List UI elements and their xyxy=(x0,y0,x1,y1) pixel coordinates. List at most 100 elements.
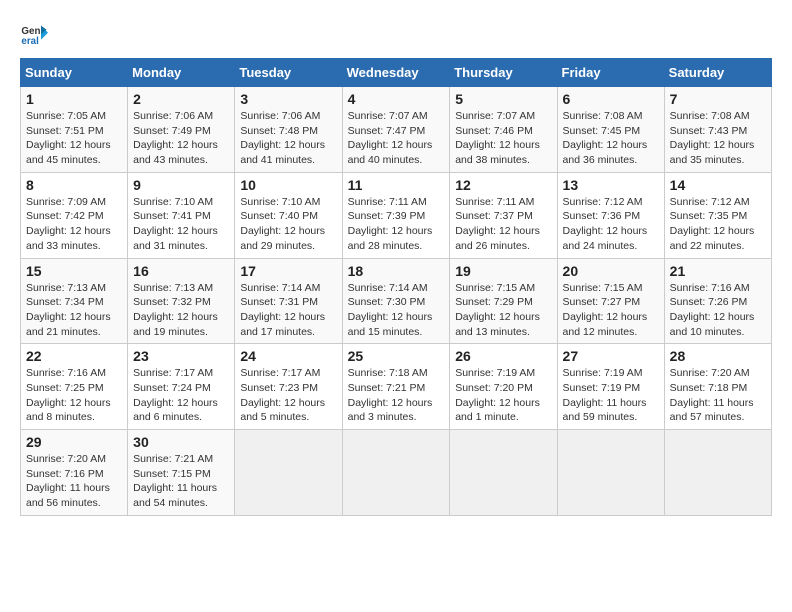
calendar-cell xyxy=(342,430,450,516)
calendar-cell: 11 Sunrise: 7:11 AM Sunset: 7:39 PM Dayli… xyxy=(342,172,450,258)
day-number: 10 xyxy=(240,177,336,193)
day-detail: Sunrise: 7:13 AM Sunset: 7:32 PM Dayligh… xyxy=(133,281,229,340)
day-number: 22 xyxy=(26,348,122,364)
calendar-cell: 15 Sunrise: 7:13 AM Sunset: 7:34 PM Dayli… xyxy=(21,258,128,344)
day-detail: Sunrise: 7:10 AM Sunset: 7:40 PM Dayligh… xyxy=(240,195,336,254)
calendar-cell xyxy=(664,430,771,516)
day-number: 6 xyxy=(563,91,659,107)
calendar-table: SundayMondayTuesdayWednesdayThursdayFrid… xyxy=(20,58,772,516)
day-detail: Sunrise: 7:17 AM Sunset: 7:24 PM Dayligh… xyxy=(133,366,229,425)
col-header-saturday: Saturday xyxy=(664,59,771,87)
calendar-cell xyxy=(557,430,664,516)
day-detail: Sunrise: 7:08 AM Sunset: 7:45 PM Dayligh… xyxy=(563,109,659,168)
calendar-cell: 18 Sunrise: 7:14 AM Sunset: 7:30 PM Dayli… xyxy=(342,258,450,344)
day-detail: Sunrise: 7:20 AM Sunset: 7:16 PM Dayligh… xyxy=(26,452,122,511)
day-number: 8 xyxy=(26,177,122,193)
svg-text:eral: eral xyxy=(21,36,39,47)
day-number: 26 xyxy=(455,348,551,364)
calendar-cell: 17 Sunrise: 7:14 AM Sunset: 7:31 PM Dayli… xyxy=(235,258,342,344)
day-detail: Sunrise: 7:19 AM Sunset: 7:19 PM Dayligh… xyxy=(563,366,659,425)
calendar-cell: 5 Sunrise: 7:07 AM Sunset: 7:46 PM Daylig… xyxy=(450,87,557,173)
day-detail: Sunrise: 7:12 AM Sunset: 7:36 PM Dayligh… xyxy=(563,195,659,254)
day-number: 14 xyxy=(670,177,766,193)
week-row-3: 15 Sunrise: 7:13 AM Sunset: 7:34 PM Dayli… xyxy=(21,258,772,344)
day-detail: Sunrise: 7:16 AM Sunset: 7:25 PM Dayligh… xyxy=(26,366,122,425)
day-detail: Sunrise: 7:08 AM Sunset: 7:43 PM Dayligh… xyxy=(670,109,766,168)
day-detail: Sunrise: 7:21 AM Sunset: 7:15 PM Dayligh… xyxy=(133,452,229,511)
calendar-cell: 3 Sunrise: 7:06 AM Sunset: 7:48 PM Daylig… xyxy=(235,87,342,173)
day-number: 19 xyxy=(455,263,551,279)
day-detail: Sunrise: 7:09 AM Sunset: 7:42 PM Dayligh… xyxy=(26,195,122,254)
day-number: 30 xyxy=(133,434,229,450)
day-number: 1 xyxy=(26,91,122,107)
week-row-4: 22 Sunrise: 7:16 AM Sunset: 7:25 PM Dayli… xyxy=(21,344,772,430)
calendar-cell: 24 Sunrise: 7:17 AM Sunset: 7:23 PM Dayli… xyxy=(235,344,342,430)
day-number: 9 xyxy=(133,177,229,193)
calendar-cell: 26 Sunrise: 7:19 AM Sunset: 7:20 PM Dayli… xyxy=(450,344,557,430)
col-header-friday: Friday xyxy=(557,59,664,87)
calendar-cell: 22 Sunrise: 7:16 AM Sunset: 7:25 PM Dayli… xyxy=(21,344,128,430)
col-header-tuesday: Tuesday xyxy=(235,59,342,87)
day-detail: Sunrise: 7:14 AM Sunset: 7:31 PM Dayligh… xyxy=(240,281,336,340)
calendar-cell: 30 Sunrise: 7:21 AM Sunset: 7:15 PM Dayli… xyxy=(128,430,235,516)
day-number: 27 xyxy=(563,348,659,364)
col-header-sunday: Sunday xyxy=(21,59,128,87)
calendar-cell: 8 Sunrise: 7:09 AM Sunset: 7:42 PM Daylig… xyxy=(21,172,128,258)
week-row-5: 29 Sunrise: 7:20 AM Sunset: 7:16 PM Dayli… xyxy=(21,430,772,516)
calendar-cell xyxy=(450,430,557,516)
day-detail: Sunrise: 7:10 AM Sunset: 7:41 PM Dayligh… xyxy=(133,195,229,254)
calendar-cell: 10 Sunrise: 7:10 AM Sunset: 7:40 PM Dayli… xyxy=(235,172,342,258)
calendar-cell: 27 Sunrise: 7:19 AM Sunset: 7:19 PM Dayli… xyxy=(557,344,664,430)
day-number: 24 xyxy=(240,348,336,364)
calendar-cell xyxy=(235,430,342,516)
day-detail: Sunrise: 7:20 AM Sunset: 7:18 PM Dayligh… xyxy=(670,366,766,425)
day-detail: Sunrise: 7:11 AM Sunset: 7:37 PM Dayligh… xyxy=(455,195,551,254)
calendar-cell: 21Sunrise: 7:16 AM Sunset: 7:26 PM Dayli… xyxy=(664,258,771,344)
day-detail: Sunrise: 7:15 AM Sunset: 7:27 PM Dayligh… xyxy=(563,281,659,340)
day-number: 17 xyxy=(240,263,336,279)
day-detail: Sunrise: 7:06 AM Sunset: 7:48 PM Dayligh… xyxy=(240,109,336,168)
day-detail: Sunrise: 7:16 AM Sunset: 7:26 PM Dayligh… xyxy=(670,281,766,340)
day-detail: Sunrise: 7:07 AM Sunset: 7:47 PM Dayligh… xyxy=(348,109,445,168)
day-detail: Sunrise: 7:19 AM Sunset: 7:20 PM Dayligh… xyxy=(455,366,551,425)
calendar-cell: 14 Sunrise: 7:12 AM Sunset: 7:35 PM Dayli… xyxy=(664,172,771,258)
logo: Gen eral xyxy=(20,20,52,48)
day-detail: Sunrise: 7:14 AM Sunset: 7:30 PM Dayligh… xyxy=(348,281,445,340)
day-detail: Sunrise: 7:11 AM Sunset: 7:39 PM Dayligh… xyxy=(348,195,445,254)
day-number: 4 xyxy=(348,91,445,107)
logo-icon: Gen eral xyxy=(20,20,48,48)
calendar-cell: 19 Sunrise: 7:15 AM Sunset: 7:29 PM Dayli… xyxy=(450,258,557,344)
day-number: 28 xyxy=(670,348,766,364)
calendar-cell: 16 Sunrise: 7:13 AM Sunset: 7:32 PM Dayli… xyxy=(128,258,235,344)
day-detail: Sunrise: 7:15 AM Sunset: 7:29 PM Dayligh… xyxy=(455,281,551,340)
day-number: 23 xyxy=(133,348,229,364)
day-detail: Sunrise: 7:13 AM Sunset: 7:34 PM Dayligh… xyxy=(26,281,122,340)
calendar-cell: 23 Sunrise: 7:17 AM Sunset: 7:24 PM Dayli… xyxy=(128,344,235,430)
header-row: SundayMondayTuesdayWednesdayThursdayFrid… xyxy=(21,59,772,87)
day-detail: Sunrise: 7:17 AM Sunset: 7:23 PM Dayligh… xyxy=(240,366,336,425)
day-number: 16 xyxy=(133,263,229,279)
day-number: 25 xyxy=(348,348,445,364)
calendar-cell: 28 Sunrise: 7:20 AM Sunset: 7:18 PM Dayli… xyxy=(664,344,771,430)
day-number: 12 xyxy=(455,177,551,193)
day-number: 29 xyxy=(26,434,122,450)
col-header-wednesday: Wednesday xyxy=(342,59,450,87)
day-detail: Sunrise: 7:07 AM Sunset: 7:46 PM Dayligh… xyxy=(455,109,551,168)
day-number: 3 xyxy=(240,91,336,107)
week-row-1: 1Sunrise: 7:05 AM Sunset: 7:51 PM Daylig… xyxy=(21,87,772,173)
day-number: 15 xyxy=(26,263,122,279)
day-number: 18 xyxy=(348,263,445,279)
header: Gen eral xyxy=(20,20,772,48)
calendar-cell: 4 Sunrise: 7:07 AM Sunset: 7:47 PM Daylig… xyxy=(342,87,450,173)
day-number: 5 xyxy=(455,91,551,107)
calendar-cell: 9 Sunrise: 7:10 AM Sunset: 7:41 PM Daylig… xyxy=(128,172,235,258)
calendar-cell: 25Sunrise: 7:18 AM Sunset: 7:21 PM Dayli… xyxy=(342,344,450,430)
col-header-thursday: Thursday xyxy=(450,59,557,87)
day-number: 20 xyxy=(563,263,659,279)
day-detail: Sunrise: 7:12 AM Sunset: 7:35 PM Dayligh… xyxy=(670,195,766,254)
day-detail: Sunrise: 7:06 AM Sunset: 7:49 PM Dayligh… xyxy=(133,109,229,168)
day-number: 11 xyxy=(348,177,445,193)
calendar-cell: 7Sunrise: 7:08 AM Sunset: 7:43 PM Daylig… xyxy=(664,87,771,173)
calendar-cell: 13Sunrise: 7:12 AM Sunset: 7:36 PM Dayli… xyxy=(557,172,664,258)
col-header-monday: Monday xyxy=(128,59,235,87)
